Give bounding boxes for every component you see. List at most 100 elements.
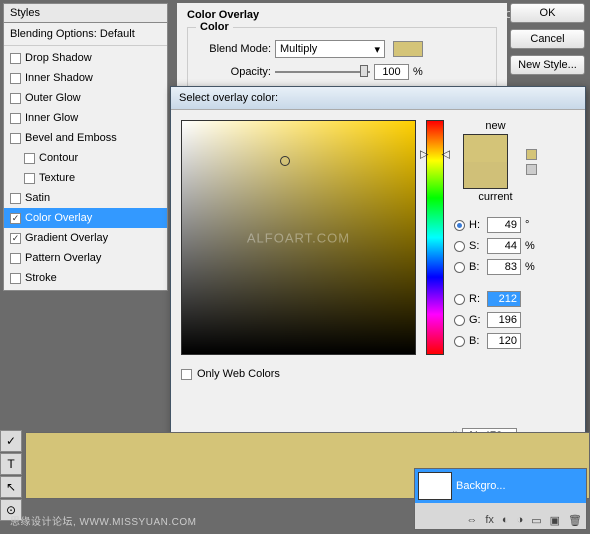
style-item-inner-shadow[interactable]: Inner Shadow: [4, 68, 167, 88]
style-label: Gradient Overlay: [25, 232, 108, 244]
path-tool-icon[interactable]: ↖: [0, 476, 22, 498]
s-input[interactable]: [487, 238, 521, 254]
style-item-outer-glow[interactable]: Outer Glow: [4, 88, 167, 108]
style-item-drop-shadow[interactable]: Drop Shadow: [4, 48, 167, 68]
swatch-new[interactable]: [464, 135, 507, 162]
style-label: Contour: [39, 152, 78, 164]
r-label: R:: [469, 293, 483, 305]
layer-row[interactable]: Backgro...: [415, 469, 586, 503]
trash-icon[interactable]: 🗑: [568, 514, 582, 527]
slider-thumb[interactable]: [360, 65, 368, 77]
style-checkbox[interactable]: [10, 213, 21, 224]
styles-header[interactable]: Styles: [4, 4, 167, 23]
s-label: S:: [469, 240, 483, 252]
style-item-satin[interactable]: Satin: [4, 188, 167, 208]
style-item-color-overlay[interactable]: Color Overlay: [4, 208, 167, 228]
style-checkbox[interactable]: [10, 113, 21, 124]
h-unit: °: [525, 219, 537, 231]
adjustment-icon[interactable]: ◑: [517, 514, 524, 527]
style-item-pattern-overlay[interactable]: Pattern Overlay: [4, 248, 167, 268]
watermark-bottom: 思缘设计论坛, WWW.MISSYUAN.COM: [10, 513, 196, 528]
overlay-color-swatch[interactable]: [393, 41, 423, 57]
saturation-field[interactable]: ALFOART.COM: [181, 120, 416, 355]
opacity-label: Opacity:: [196, 66, 271, 78]
style-checkbox[interactable]: [10, 73, 21, 84]
style-label: Satin: [25, 192, 50, 204]
style-item-texture[interactable]: Texture: [4, 168, 167, 188]
style-label: Bevel and Emboss: [25, 132, 117, 144]
style-checkbox[interactable]: [24, 153, 35, 164]
lasso-tool-icon[interactable]: ✓: [0, 430, 22, 452]
radio-g[interactable]: [454, 315, 465, 326]
hue-indicator[interactable]: ▷◁: [420, 147, 450, 160]
styles-list: Drop Shadow Inner ShadowOuter GlowInner G…: [4, 46, 167, 290]
blending-options[interactable]: Blending Options: Default: [4, 23, 167, 46]
watermark-sat: ALFOART.COM: [247, 230, 350, 245]
style-label: Texture: [39, 172, 75, 184]
layers-panel: Backgro... ⇔ fx ◐ ◑ ▭ ▣ 🗑: [414, 468, 587, 530]
style-checkbox[interactable]: [10, 133, 21, 144]
style-checkbox[interactable]: [10, 53, 21, 64]
g-input[interactable]: [487, 312, 521, 328]
r-input[interactable]: [487, 291, 521, 307]
style-item-inner-glow[interactable]: Inner Glow: [4, 108, 167, 128]
s-unit: %: [525, 240, 537, 252]
blend-mode-label: Blend Mode:: [196, 43, 271, 55]
radio-s[interactable]: [454, 241, 465, 252]
style-checkbox[interactable]: [10, 273, 21, 284]
ok-button[interactable]: OK: [510, 3, 585, 23]
styles-panel: Styles Blending Options: Default Drop Sh…: [3, 3, 168, 291]
color-legend: Color: [196, 21, 233, 33]
new-current-swatch[interactable]: [463, 134, 508, 189]
style-item-gradient-overlay[interactable]: Gradient Overlay: [4, 228, 167, 248]
tools-toolbar: ✓ T ↖ ⊙: [0, 430, 22, 521]
layer-name[interactable]: Backgro...: [456, 480, 506, 492]
folder-icon[interactable]: ▭: [531, 514, 541, 527]
radio-h[interactable]: [454, 220, 465, 231]
link-icon[interactable]: ⇔: [466, 514, 477, 527]
blend-mode-value: Multiply: [280, 43, 317, 55]
sat-cursor[interactable]: [280, 156, 290, 166]
style-item-contour[interactable]: Contour: [4, 148, 167, 168]
color-fieldset: Color Blend Mode: Multiply ▾ Opacity: %: [187, 27, 497, 91]
hue-strip[interactable]: ▷◁: [426, 120, 444, 355]
b-input[interactable]: [487, 259, 521, 275]
style-checkbox[interactable]: [24, 173, 35, 184]
b-unit: %: [525, 261, 537, 273]
h-label: H:: [469, 219, 483, 231]
style-checkbox[interactable]: [10, 253, 21, 264]
opacity-unit: %: [413, 66, 423, 78]
warning-icon[interactable]: [526, 149, 537, 160]
new-style-button[interactable]: New Style...: [510, 55, 585, 75]
opacity-input[interactable]: [374, 64, 409, 80]
mask-icon[interactable]: ◐: [502, 514, 509, 527]
bl-input[interactable]: [487, 333, 521, 349]
fx-icon[interactable]: fx: [485, 514, 494, 527]
swatch-current[interactable]: [464, 162, 507, 189]
websafe-icon[interactable]: [526, 164, 537, 175]
radio-r[interactable]: [454, 294, 465, 305]
new-layer-icon[interactable]: ▣: [550, 514, 560, 527]
style-item-stroke[interactable]: Stroke: [4, 268, 167, 288]
h-input[interactable]: [487, 217, 521, 233]
type-tool-icon[interactable]: T: [0, 453, 22, 475]
b-label: B:: [469, 261, 483, 273]
overlay-title: Color Overlay: [187, 9, 497, 21]
web-colors-label: Only Web Colors: [197, 368, 280, 380]
style-item-bevel-and-emboss[interactable]: Bevel and Emboss: [4, 128, 167, 148]
web-colors-checkbox[interactable]: [181, 369, 192, 380]
picker-title: Select overlay color:: [171, 87, 585, 110]
color-picker-window: Select overlay color: ALFOART.COM ▷◁ new: [170, 86, 586, 466]
layer-thumbnail[interactable]: [418, 472, 452, 500]
style-checkbox[interactable]: [10, 93, 21, 104]
style-checkbox[interactable]: [10, 233, 21, 244]
blend-mode-select[interactable]: Multiply ▾: [275, 40, 385, 58]
style-checkbox[interactable]: [10, 193, 21, 204]
radio-bl[interactable]: [454, 336, 465, 347]
color-overlay-settings: Color Overlay Color Blend Mode: Multiply…: [177, 3, 507, 97]
opacity-slider[interactable]: [275, 64, 370, 80]
radio-b[interactable]: [454, 262, 465, 273]
style-label: Drop Shadow: [25, 52, 92, 64]
bl-label: B:: [469, 335, 483, 347]
cancel-button[interactable]: Cancel: [510, 29, 585, 49]
